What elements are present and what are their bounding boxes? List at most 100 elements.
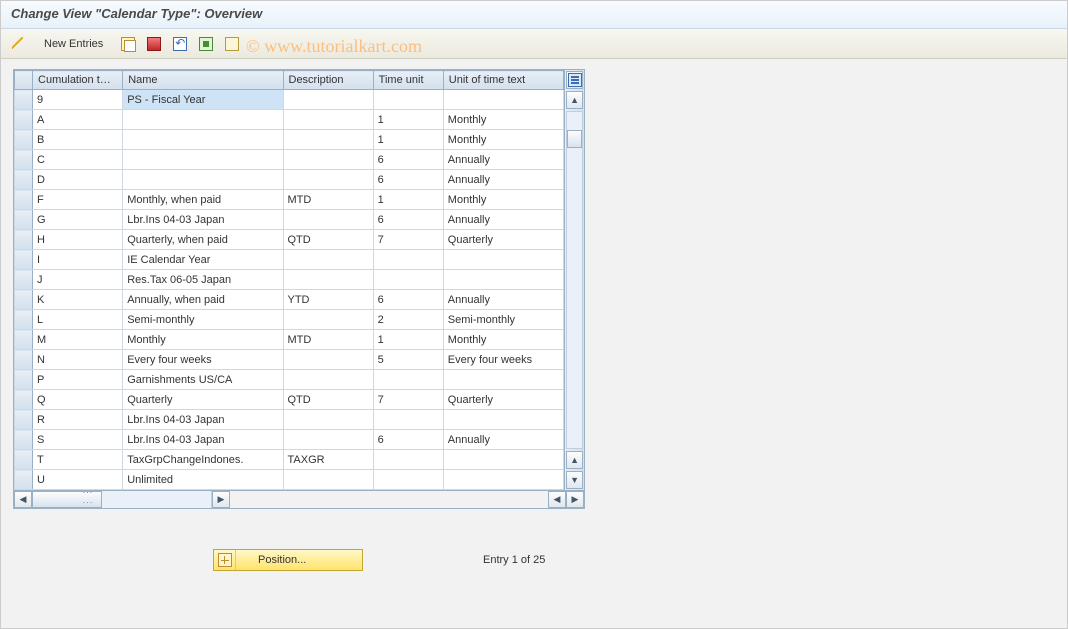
- cell-time-unit[interactable]: [373, 450, 443, 470]
- cell-name[interactable]: Lbr.Ins 04-03 Japan: [123, 410, 283, 430]
- cell-cumulation[interactable]: S: [33, 430, 123, 450]
- cell-name[interactable]: Lbr.Ins 04-03 Japan: [123, 430, 283, 450]
- cell-unit-text[interactable]: Annually: [443, 430, 563, 450]
- cell-cumulation[interactable]: K: [33, 290, 123, 310]
- toggle-edit-button[interactable]: [9, 34, 29, 54]
- scroll-down-button[interactable]: ▼: [566, 471, 583, 489]
- cell-cumulation[interactable]: G: [33, 210, 123, 230]
- table-row[interactable]: A 1Monthly: [15, 110, 564, 130]
- cell-time-unit[interactable]: [373, 370, 443, 390]
- table-row[interactable]: GLbr.Ins 04-03 Japan6Annually: [15, 210, 564, 230]
- cell-unit-text[interactable]: [443, 470, 563, 490]
- cell-name[interactable]: Semi-monthly: [123, 310, 283, 330]
- cell-description[interactable]: [283, 370, 373, 390]
- scroll-left-button[interactable]: ◀: [14, 491, 32, 508]
- cell-description[interactable]: [283, 250, 373, 270]
- table-row[interactable]: IIE Calendar Year: [15, 250, 564, 270]
- cell-name[interactable]: TaxGrpChangeIndones.: [123, 450, 283, 470]
- scroll-down-near-button[interactable]: ▲: [566, 451, 583, 469]
- cell-cumulation[interactable]: 9: [33, 90, 123, 110]
- row-selector[interactable]: [15, 450, 33, 470]
- scroll-right-button[interactable]: ▶: [212, 491, 230, 508]
- cell-description[interactable]: YTD: [283, 290, 373, 310]
- cell-name[interactable]: PS - Fiscal Year: [123, 90, 283, 110]
- cell-description[interactable]: [283, 150, 373, 170]
- cell-time-unit[interactable]: 1: [373, 110, 443, 130]
- cell-name[interactable]: Quarterly: [123, 390, 283, 410]
- cell-time-unit[interactable]: 6: [373, 170, 443, 190]
- cell-description[interactable]: [283, 210, 373, 230]
- cell-time-unit[interactable]: 6: [373, 210, 443, 230]
- cell-cumulation[interactable]: A: [33, 110, 123, 130]
- cell-cumulation[interactable]: H: [33, 230, 123, 250]
- cell-time-unit[interactable]: [373, 470, 443, 490]
- cell-unit-text[interactable]: Quarterly: [443, 230, 563, 250]
- cell-description[interactable]: [283, 170, 373, 190]
- cell-time-unit[interactable]: 1: [373, 330, 443, 350]
- cell-name[interactable]: Garnishments US/CA: [123, 370, 283, 390]
- table-row[interactable]: FMonthly, when paidMTD1Monthly: [15, 190, 564, 210]
- cell-description[interactable]: QTD: [283, 390, 373, 410]
- cell-description[interactable]: [283, 470, 373, 490]
- row-selector[interactable]: [15, 170, 33, 190]
- cell-name[interactable]: [123, 150, 283, 170]
- table-row[interactable]: JRes.Tax 06-05 Japan: [15, 270, 564, 290]
- cell-time-unit[interactable]: [373, 270, 443, 290]
- table-row[interactable]: B1Monthly: [15, 130, 564, 150]
- row-selector[interactable]: [15, 350, 33, 370]
- cell-name[interactable]: Unlimited: [123, 470, 283, 490]
- position-button[interactable]: Position...: [213, 549, 363, 571]
- cell-name[interactable]: [123, 130, 283, 150]
- cell-cumulation[interactable]: Q: [33, 390, 123, 410]
- cell-cumulation[interactable]: F: [33, 190, 123, 210]
- col-time-unit[interactable]: Time unit: [373, 71, 443, 90]
- cell-time-unit[interactable]: 1: [373, 190, 443, 210]
- deselect-all-button[interactable]: [222, 34, 242, 54]
- cell-time-unit[interactable]: [373, 410, 443, 430]
- cell-cumulation[interactable]: D: [33, 170, 123, 190]
- row-selector-header[interactable]: [15, 71, 33, 90]
- cell-description[interactable]: [283, 90, 373, 110]
- cell-unit-text[interactable]: [443, 410, 563, 430]
- scroll-track[interactable]: [566, 111, 583, 449]
- cell-unit-text[interactable]: [443, 90, 563, 110]
- cell-cumulation[interactable]: R: [33, 410, 123, 430]
- cell-unit-text[interactable]: [443, 250, 563, 270]
- row-selector[interactable]: [15, 90, 33, 110]
- row-selector[interactable]: [15, 210, 33, 230]
- horizontal-scrollbar[interactable]: ◀ ▶ ◀ ▶: [13, 491, 585, 509]
- row-selector[interactable]: [15, 270, 33, 290]
- table-row[interactable]: UUnlimited: [15, 470, 564, 490]
- table-row[interactable]: MMonthlyMTD1Monthly: [15, 330, 564, 350]
- col-unit-text[interactable]: Unit of time text: [443, 71, 563, 90]
- cell-unit-text[interactable]: Annually: [443, 290, 563, 310]
- scroll-left-end-button[interactable]: ◀: [548, 491, 566, 508]
- row-selector[interactable]: [15, 310, 33, 330]
- cell-time-unit[interactable]: 6: [373, 430, 443, 450]
- row-selector[interactable]: [15, 130, 33, 150]
- cell-time-unit[interactable]: 7: [373, 390, 443, 410]
- table-row[interactable]: SLbr.Ins 04-03 Japan 6Annually: [15, 430, 564, 450]
- row-selector[interactable]: [15, 110, 33, 130]
- select-all-button[interactable]: [196, 34, 216, 54]
- cell-description[interactable]: [283, 130, 373, 150]
- row-selector[interactable]: [15, 410, 33, 430]
- row-selector[interactable]: [15, 470, 33, 490]
- cell-cumulation[interactable]: L: [33, 310, 123, 330]
- delete-button[interactable]: [144, 34, 164, 54]
- cell-unit-text[interactable]: Monthly: [443, 110, 563, 130]
- scroll-thumb[interactable]: [567, 130, 582, 148]
- cell-name[interactable]: [123, 110, 283, 130]
- col-name[interactable]: Name: [123, 71, 283, 90]
- cell-unit-text[interactable]: Quarterly: [443, 390, 563, 410]
- table-row[interactable]: HQuarterly, when paidQTD7Quarterly: [15, 230, 564, 250]
- table-row[interactable]: NEvery four weeks5Every four weeks: [15, 350, 564, 370]
- table-row[interactable]: RLbr.Ins 04-03 Japan: [15, 410, 564, 430]
- cell-name[interactable]: Annually, when paid: [123, 290, 283, 310]
- row-selector[interactable]: [15, 330, 33, 350]
- cell-name[interactable]: Lbr.Ins 04-03 Japan: [123, 210, 283, 230]
- table-row[interactable]: QQuarterlyQTD7Quarterly: [15, 390, 564, 410]
- cell-description[interactable]: QTD: [283, 230, 373, 250]
- cell-unit-text[interactable]: Monthly: [443, 130, 563, 150]
- cell-description[interactable]: [283, 110, 373, 130]
